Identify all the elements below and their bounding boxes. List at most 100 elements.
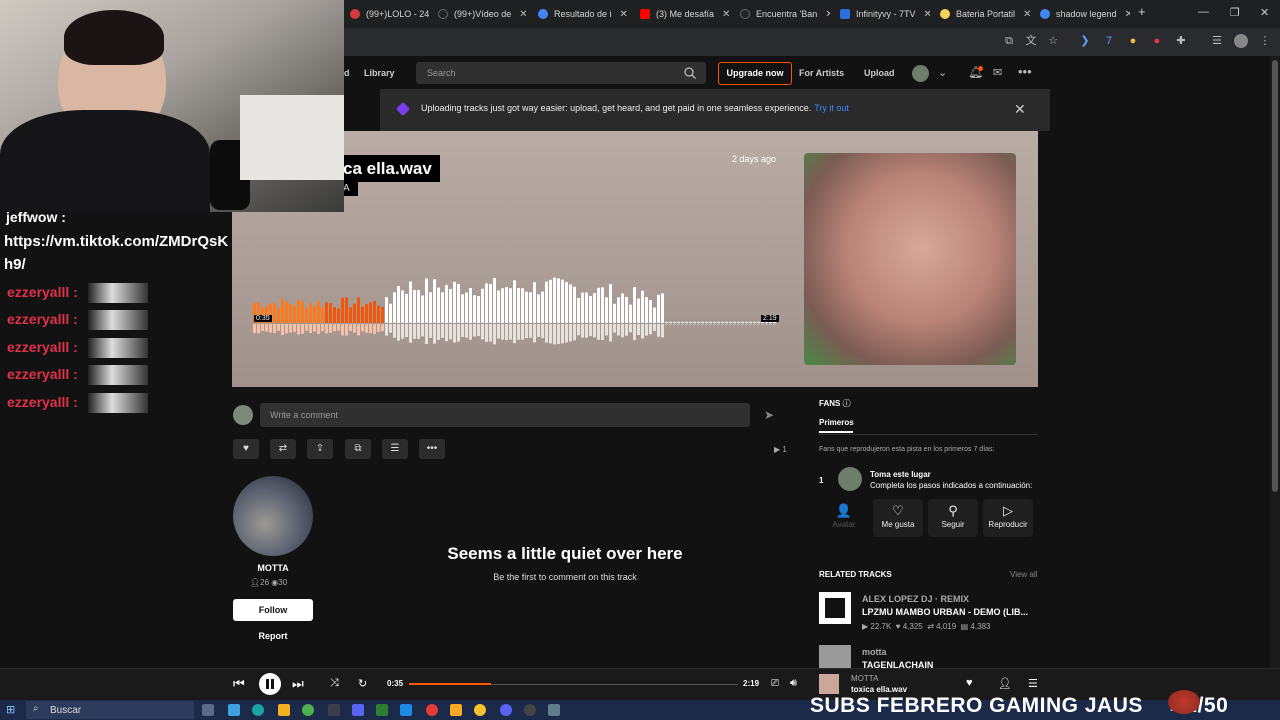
player-artwork[interactable]	[819, 674, 839, 694]
folder-icon[interactable]	[450, 704, 462, 716]
bookmark-star-icon[interactable]: ☆	[1046, 34, 1060, 48]
send-icon[interactable]: ➤	[764, 408, 774, 422]
user-avatar-icon[interactable]	[912, 65, 929, 82]
follow-user-icon[interactable]: 👤︎	[998, 677, 1012, 690]
browser-tab[interactable]: (99+)Vídeo de ✕	[432, 2, 526, 26]
close-window-icon[interactable]: ✕	[1260, 6, 1269, 19]
related-artwork[interactable]	[819, 645, 851, 668]
comment-input[interactable]: Write a comment	[260, 403, 750, 427]
close-icon[interactable]: ✕	[916, 9, 930, 20]
app-icon[interactable]	[548, 704, 560, 716]
app-icon[interactable]	[328, 704, 340, 716]
nav-for-artists[interactable]: For Artists	[799, 68, 844, 78]
report-button[interactable]: Report	[233, 631, 313, 641]
nav-upload[interactable]: Upload	[864, 68, 895, 78]
maximize-icon[interactable]: ❐	[1230, 6, 1240, 19]
banner-try-it-link[interactable]: Try it out	[814, 103, 849, 113]
translate-icon[interactable]: 文	[1024, 34, 1038, 48]
browser-tab[interactable]: Resultado de i ✕	[532, 2, 628, 26]
related-artwork[interactable]	[819, 592, 851, 624]
discord-icon[interactable]	[500, 704, 512, 716]
close-icon[interactable]: ✕	[1014, 101, 1026, 118]
close-icon[interactable]: ✕	[1117, 9, 1130, 20]
chrome-icon[interactable]	[474, 704, 486, 716]
widget-icon[interactable]	[228, 704, 240, 716]
cast-icon[interactable]: ⎚	[771, 678, 779, 689]
nav-home[interactable]: d	[344, 68, 350, 78]
volume-icon[interactable]: 🔊︎	[790, 677, 797, 690]
edge-icon[interactable]	[252, 704, 264, 716]
shuffle-icon[interactable]: ⤨	[330, 677, 339, 690]
close-icon[interactable]: ✕	[1015, 9, 1031, 20]
browser-tab[interactable]: (3) Me desafía ✕	[634, 2, 730, 26]
more-dots-icon[interactable]: •••	[1018, 64, 1032, 79]
file-explorer-icon[interactable]	[278, 704, 290, 716]
browser-tab[interactable]: (99+)LOLO - 24	[344, 2, 432, 26]
copy-link-button[interactable]: ⧉	[345, 439, 371, 459]
app-icon[interactable]	[376, 704, 388, 716]
chevron-down-icon[interactable]: ⌄	[938, 66, 947, 79]
like-button[interactable]: ♥	[233, 439, 259, 459]
profile-avatar[interactable]	[1234, 34, 1248, 48]
install-icon[interactable]: ⧉	[1002, 34, 1016, 48]
close-icon[interactable]: ✕	[511, 9, 526, 20]
related-title[interactable]: LPZMU MAMBO URBAN - DEMO (LIB...	[862, 607, 1028, 617]
xbox-icon[interactable]	[302, 704, 314, 716]
browser-tab[interactable]: Infinityvy - 7TV ✕	[834, 2, 930, 26]
app-icon[interactable]	[426, 704, 438, 716]
fans-play-button[interactable]: ▷ Reproducir	[983, 499, 1033, 537]
more-button[interactable]: •••	[419, 439, 445, 459]
chat-emote	[88, 283, 148, 303]
scrollbar-thumb[interactable]	[1272, 60, 1278, 492]
fans-follow-button[interactable]: ⚲ Seguir	[928, 499, 978, 537]
close-icon[interactable]: ✕	[817, 9, 830, 20]
task-view-icon[interactable]	[202, 704, 214, 716]
taskbar-search[interactable]: ⌕ Buscar	[26, 701, 194, 719]
queue-icon[interactable]: ☰	[1028, 677, 1038, 690]
nav-library[interactable]: Library	[364, 68, 395, 78]
related-artist[interactable]: motta	[862, 647, 887, 657]
close-icon[interactable]: ✕	[714, 9, 730, 20]
extension-icon[interactable]: ●	[1150, 34, 1164, 48]
next-icon[interactable]: ⏭	[292, 676, 304, 692]
follow-button[interactable]: Follow	[233, 599, 313, 621]
app-icon[interactable]	[352, 704, 364, 716]
minimize-icon[interactable]: —	[1198, 6, 1209, 18]
close-icon[interactable]: ✕	[612, 9, 628, 20]
view-all-link[interactable]: View all	[1010, 570, 1037, 579]
extensions-puzzle-icon[interactable]: ✚	[1174, 34, 1188, 48]
browser-tab[interactable]: Bateria Portatil ✕	[934, 2, 1034, 26]
pause-button[interactable]	[259, 673, 281, 695]
messages-envelope-icon[interactable]: ✉	[993, 66, 1002, 79]
waveform[interactable]	[253, 275, 778, 345]
player-artist[interactable]: MOTTA	[851, 674, 878, 683]
tab-primeros[interactable]: Primeros	[819, 418, 854, 427]
search-input[interactable]: Search	[416, 62, 706, 84]
extension-icon[interactable]: ●	[1126, 34, 1140, 48]
previous-icon[interactable]: ⏮	[233, 676, 245, 692]
extension-icon[interactable]: ❯	[1078, 34, 1092, 48]
menu-dots-icon[interactable]: ⋮	[1258, 34, 1272, 48]
7tv-extension-icon[interactable]: 7	[1102, 34, 1116, 48]
repost-button[interactable]: ⇄	[270, 439, 296, 459]
uploader-name[interactable]: MOTTA	[233, 563, 313, 573]
waveform-bar-reflection	[301, 324, 304, 334]
app-icon[interactable]	[400, 704, 412, 716]
reading-list-icon[interactable]: ☰	[1210, 34, 1224, 48]
player-title[interactable]: toxica ella.wav	[851, 685, 907, 694]
repeat-icon[interactable]: ↻	[358, 677, 367, 690]
add-to-playlist-button[interactable]: ☰	[382, 439, 408, 459]
search-icon[interactable]	[684, 67, 696, 79]
share-button[interactable]: ⇪	[307, 439, 333, 459]
related-artist[interactable]: ALEX LOPEZ DJ · REMIX	[862, 594, 969, 604]
obs-icon[interactable]	[524, 704, 536, 716]
fans-like-button[interactable]: ♡ Me gusta	[873, 499, 923, 537]
browser-tab[interactable]: Encuentra 'Ban ✕	[734, 2, 830, 26]
new-tab-button[interactable]: +	[1138, 4, 1146, 19]
upgrade-button[interactable]: Upgrade now	[718, 62, 792, 85]
windows-start-icon[interactable]: ⊞	[6, 703, 15, 716]
uploader-avatar[interactable]	[233, 476, 313, 556]
info-icon[interactable]: ⓘ	[843, 399, 851, 408]
browser-tab[interactable]: shadow legend ✕	[1034, 2, 1130, 26]
heart-icon[interactable]: ♥	[966, 677, 973, 689]
